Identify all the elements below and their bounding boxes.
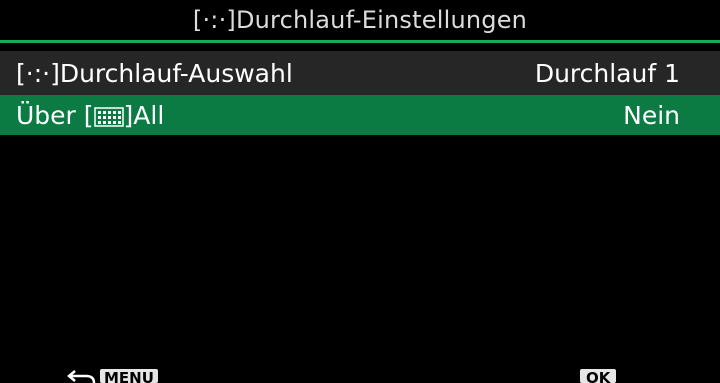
row-label: [·:·]Durchlauf-Auswahl — [16, 59, 293, 88]
title-label: Durchlauf-Einstellungen — [235, 6, 528, 34]
back-arrow-icon[interactable] — [66, 370, 96, 383]
row-label-text: Durchlauf-Auswahl — [59, 58, 293, 88]
ok-button[interactable]: OK — [580, 369, 617, 383]
row-label-after: ]All — [123, 100, 165, 130]
menu-row-run-selection[interactable]: [·:·]Durchlauf-Auswahl Durchlauf 1 — [0, 51, 720, 95]
menu-button[interactable]: MENU — [100, 369, 158, 383]
focus-area-grid-icon — [93, 106, 124, 127]
row-label-prefix: [·:·] — [16, 58, 60, 88]
title-divider — [0, 40, 720, 43]
row-value: Nein — [623, 100, 680, 130]
row-label-before: Über [ — [16, 100, 94, 130]
row-label: Über [ ]All — [16, 101, 164, 130]
title-prefix: [·:·] — [192, 6, 236, 34]
title-bar: [·:·]Durchlauf-Einstellungen — [0, 0, 720, 40]
row-value: Durchlauf 1 — [534, 58, 680, 88]
menu-row-over-all[interactable]: Über [ ]All Nein — [0, 95, 720, 135]
page-title: [·:·]Durchlauf-Einstellungen — [193, 6, 527, 34]
